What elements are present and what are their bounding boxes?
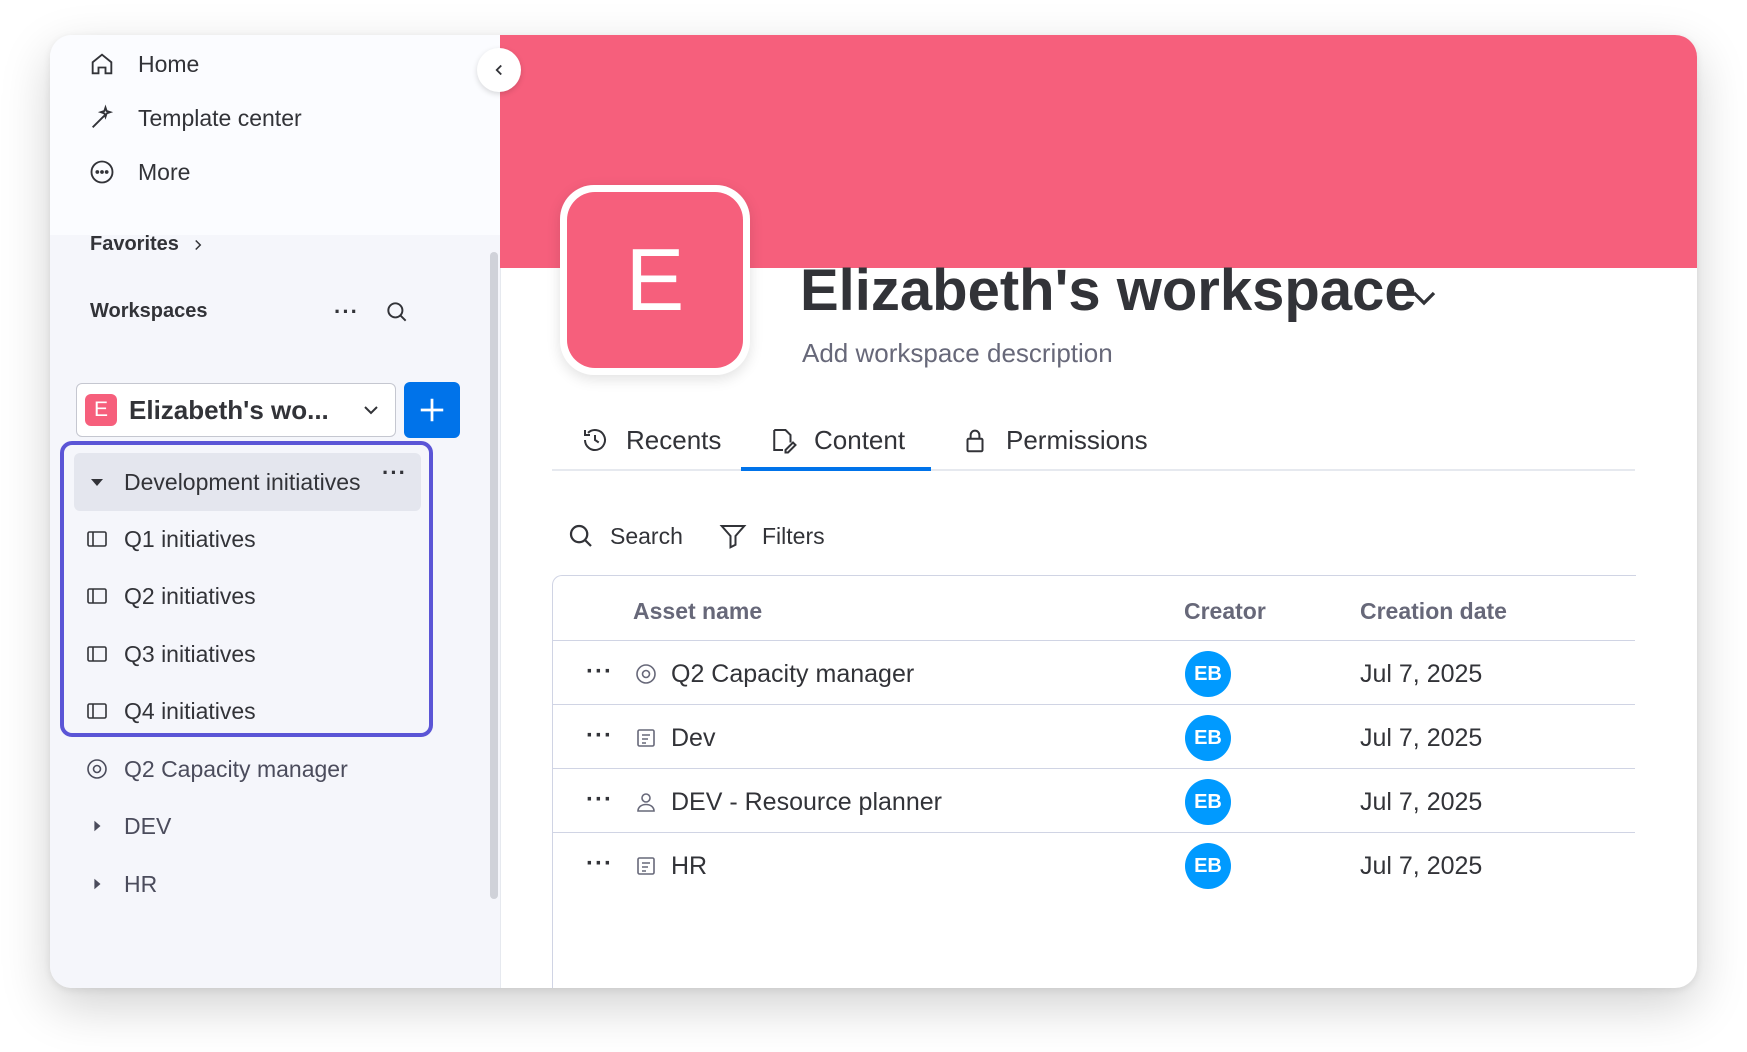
tab-recents-label: Recents (626, 424, 722, 455)
person-icon (637, 793, 655, 812)
history-icon (584, 429, 606, 452)
avatar[interactable]: EB (1185, 715, 1231, 761)
sidebar: Home Template center More Favorites Work… (50, 35, 501, 988)
nav-template-center[interactable]: Template center (88, 98, 302, 138)
row-more-icon[interactable]: ··· (586, 844, 613, 884)
edit-doc-icon (773, 429, 797, 454)
nav-template-center-label: Template center (138, 104, 302, 131)
avatar[interactable]: EB (1185, 651, 1231, 697)
workspaces-more-icon[interactable]: ··· (334, 299, 359, 325)
search-label: Search (610, 522, 683, 549)
app-window: Home Template center More Favorites Work… (50, 35, 1697, 988)
dashboard-icon (84, 756, 110, 782)
workspace-badge: E (85, 394, 117, 426)
doc-icon (637, 729, 655, 747)
row-more-icon[interactable]: ··· (586, 652, 613, 692)
folder-hr-label: HR (124, 870, 158, 897)
row-more-icon[interactable]: ··· (586, 780, 613, 820)
nav-more[interactable]: More (88, 152, 190, 192)
row-creation-date: Jul 7, 2025 (1360, 851, 1483, 880)
more-circle-icon (90, 160, 114, 184)
row-asset-name[interactable]: HR (671, 846, 707, 886)
filter-icon (719, 525, 747, 549)
selection-highlight (60, 441, 433, 737)
favorites-header[interactable]: Favorites (90, 233, 207, 256)
workspace-description[interactable]: Add workspace description (802, 338, 1113, 369)
row-asset-name[interactable]: Dev (671, 718, 715, 758)
nav-home-label: Home (138, 50, 200, 77)
workspace-avatar-letter: E (567, 192, 743, 368)
workspace-avatar[interactable]: E (560, 185, 750, 375)
dashboard-icon (636, 664, 656, 684)
row-asset-name[interactable]: Q2 Capacity manager (671, 654, 914, 694)
home-icon (91, 53, 113, 75)
dashboard-item-label: Q2 Capacity manager (124, 755, 348, 782)
column-header-asset-name[interactable]: Asset name (633, 598, 762, 625)
doc-icon (637, 857, 655, 875)
chevron-right-icon (195, 239, 202, 250)
nav-more-label: More (138, 158, 191, 185)
workspace-selector-name: Elizabeth's wo... (129, 394, 329, 425)
tab-active-indicator (741, 467, 931, 471)
tab-content[interactable]: Content (768, 415, 905, 465)
collapse-sidebar-button[interactable] (477, 48, 521, 92)
folder-dev[interactable]: DEV (84, 806, 171, 846)
tab-recents[interactable]: Recents (580, 415, 721, 465)
add-button[interactable] (404, 382, 460, 438)
avatar[interactable]: EB (1185, 843, 1231, 889)
row-creation-date: Jul 7, 2025 (1360, 659, 1483, 688)
chevron-down-icon (364, 406, 378, 415)
search-icon[interactable] (384, 299, 410, 325)
folder-hr[interactable]: HR (84, 864, 157, 904)
row-divider (552, 768, 1635, 769)
column-header-creator[interactable]: Creator (1184, 598, 1266, 625)
tabs-divider (552, 469, 1635, 471)
tab-content-label: Content (814, 424, 906, 455)
favorites-label: Favorites (90, 233, 179, 255)
row-more-icon[interactable]: ··· (586, 716, 613, 756)
chevron-left-icon (495, 64, 502, 76)
workspaces-header: Workspaces (90, 300, 207, 323)
row-asset-name[interactable]: DEV - Resource planner (671, 782, 942, 822)
search-tool[interactable]: Search (566, 516, 683, 556)
column-header-creation-date[interactable]: Creation date (1360, 598, 1507, 625)
magic-wand-icon (92, 104, 114, 128)
row-divider (552, 832, 1635, 833)
filters-label: Filters (762, 522, 825, 549)
row-creation-date: Jul 7, 2025 (1360, 723, 1483, 752)
dashboard-item[interactable]: Q2 Capacity manager (84, 749, 348, 789)
avatar[interactable]: EB (1185, 779, 1231, 825)
nav-home[interactable]: Home (88, 44, 199, 84)
sidebar-scrollbar[interactable] (490, 252, 498, 899)
chevron-down-icon[interactable] (1404, 278, 1444, 318)
workspace-title: Elizabeth's workspace (800, 258, 1417, 323)
workspace-selector[interactable]: E Elizabeth's wo... (76, 383, 396, 437)
row-divider (552, 640, 1635, 641)
tab-permissions-label: Permissions (1006, 424, 1148, 455)
tab-permissions[interactable]: Permissions (960, 415, 1148, 465)
filters-tool[interactable]: Filters (718, 516, 825, 556)
workspaces-label: Workspaces (90, 300, 208, 322)
row-divider (552, 704, 1635, 705)
folder-dev-label: DEV (124, 812, 172, 839)
row-creation-date: Jul 7, 2025 (1360, 787, 1483, 816)
caret-right-icon (84, 813, 110, 839)
lock-icon (966, 429, 984, 453)
caret-right-icon (84, 871, 110, 897)
plus-icon (420, 398, 444, 422)
search-icon (569, 524, 592, 547)
